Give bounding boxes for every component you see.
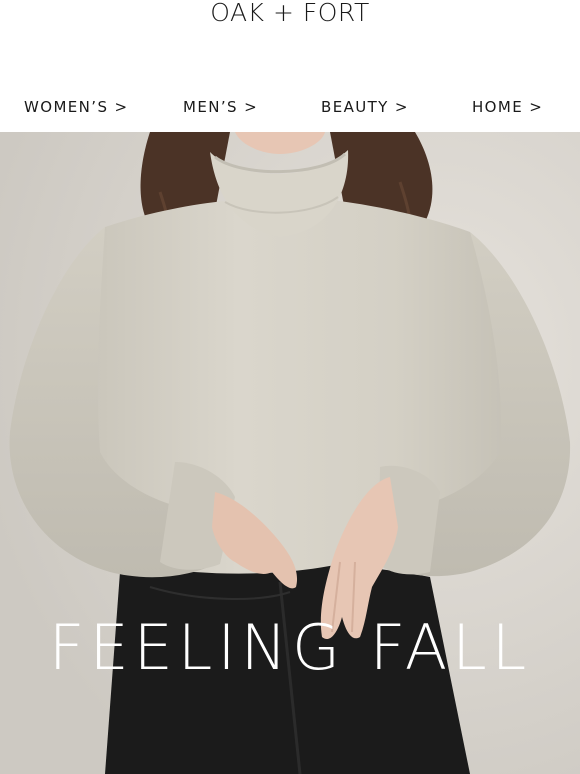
hero-title: FEELING FALL	[48, 611, 532, 684]
nav-item-womens[interactable]: WOMEN’S >	[24, 96, 129, 118]
nav-item-mens[interactable]: MEN’S >	[183, 96, 258, 118]
category-nav: WOMEN’S > MEN’S > BEAUTY > HOME >	[0, 96, 580, 120]
nav-item-beauty[interactable]: BEAUTY >	[321, 96, 409, 118]
brand-logo[interactable]: OAK + FORT	[0, 0, 580, 26]
email-header: OAK + FORT WOMEN’S > MEN’S > BEAUTY > HO…	[0, 0, 580, 132]
hero-banner[interactable]: FEELING FALL	[0, 132, 580, 774]
nav-item-home[interactable]: HOME >	[472, 96, 543, 118]
